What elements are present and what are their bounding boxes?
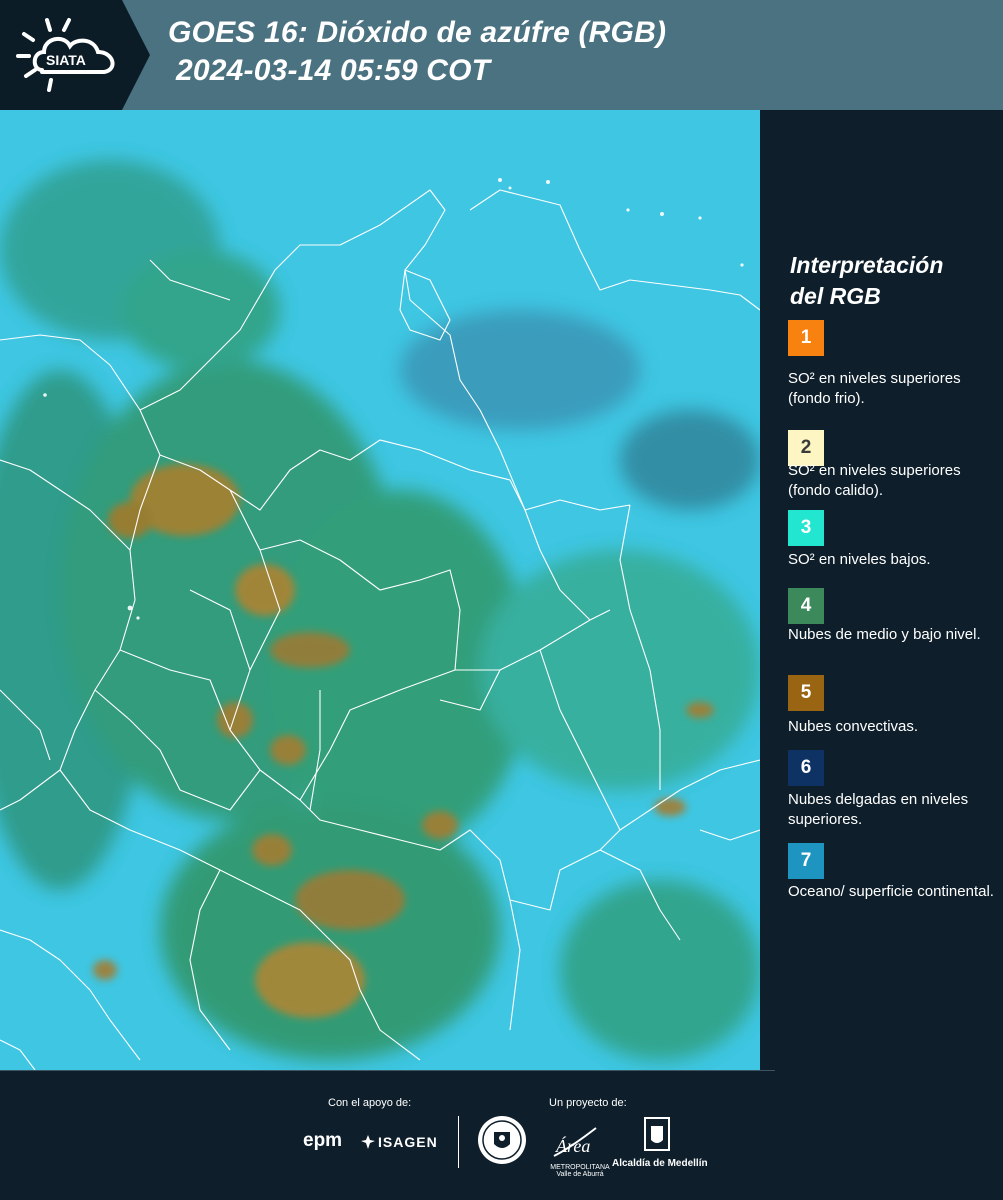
header: SIATA GOES 16: Dióxido de azúfre (RGB) 2… (0, 0, 1003, 110)
project-label: Un proyecto de: (549, 1097, 627, 1109)
footer: Con el apoyo de: Un proyecto de: epm ISA… (0, 1070, 1003, 1200)
legend-label-4: Nubes de medio y bajo nivel. (788, 626, 981, 643)
isagen-icon (361, 1135, 375, 1149)
legend-label-1: SO² en niveles superiores (fondo frio). (788, 370, 961, 407)
legend-panel: Interpretación del RGB 1 SO² en niveles s… (760, 110, 1003, 1070)
area-metropolitana-logo: Área (553, 1127, 597, 1157)
legend-title: Interpretación del RGB (790, 252, 944, 309)
satellite-map[interactable] (0, 110, 760, 1070)
siata-logo: SIATA (16, 18, 115, 92)
alcaldia-medellin-text: Alcaldía de Medellín (612, 1158, 708, 1169)
legend-swatch-4: 4 (788, 588, 824, 624)
legend-swatch-1: 1 (788, 320, 824, 356)
legend-swatch-6: 6 (788, 750, 824, 786)
alcaldia-shield-icon (644, 1117, 670, 1151)
legend-swatch-3: 3 (788, 510, 824, 546)
isagen-logo: ISAGEN (378, 1134, 438, 1150)
support-label: Con el apoyo de: (328, 1097, 412, 1109)
legend-swatch-5: 5 (788, 675, 824, 711)
area-metropolitana-text: METROPOLITANA Valle de Aburrá (550, 1164, 610, 1178)
legend-label-3: SO² en niveles bajos. (788, 551, 931, 568)
medellin-seal-icon (478, 1116, 526, 1164)
legend-swatch-7: 7 (788, 843, 824, 879)
legend-label-5: Nubes convectivas. (788, 718, 919, 735)
page-title: GOES 16: Dióxido de azúfre (RGB) (168, 16, 667, 49)
epm-logo: epm (303, 1130, 343, 1151)
page-timestamp: 2024-03-14 05:59 COT (176, 54, 491, 87)
legend-label-6: Nubes delgadas en niveles superiores. (788, 791, 969, 828)
legend-label-7: Oceano/ superficie continental. (788, 883, 994, 900)
footer-divider (0, 1070, 775, 1071)
legend-label-2: SO² en niveles superiores (fondo calido)… (788, 462, 961, 499)
footer-vertical-divider (458, 1116, 459, 1168)
svg-text:Área: Área (555, 1135, 590, 1156)
svg-text:SIATA: SIATA (46, 52, 86, 68)
